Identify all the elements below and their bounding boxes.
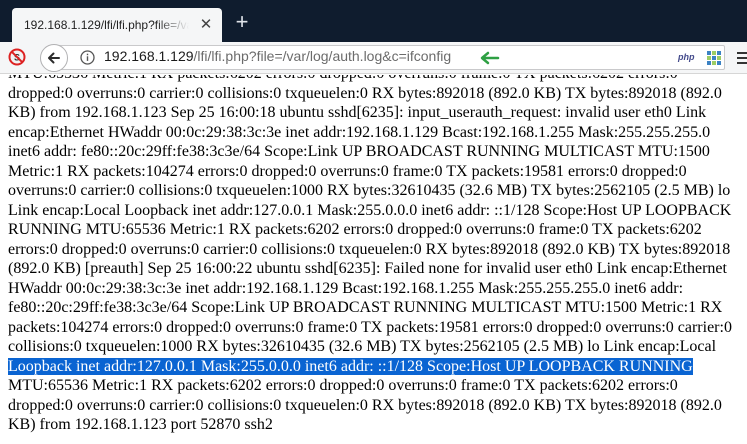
output-line: Metric:1 RX packets:104274 errors:0 drop… (8, 162, 687, 180)
page-content: MTU:65536 Metric:1 RX packets:6202 error… (8, 75, 743, 444)
url-path: /lfi/lfi.php?file=/var/log/auth.log&c=if… (193, 48, 452, 64)
selected-output-line: Loopback inet addr:127.0.0.1 Mask:255.0.… (8, 357, 743, 377)
site-info-icon[interactable] (80, 50, 95, 65)
new-tab-plus-icon[interactable]: + (232, 11, 252, 33)
output-line: overruns:0 carrier:0 collisions:0 txqueu… (8, 182, 731, 199)
output-line: encap:Ethernet HWaddr 00:0c:29:38:3c:3e … (8, 123, 711, 141)
close-icon[interactable]: ✕ (199, 17, 213, 32)
output-line: (892.0 KB) [preauth] Sep 25 16:00:22 ubu… (8, 260, 727, 277)
go-arrow-icon[interactable] (477, 50, 501, 66)
tab-title: 192.168.1.129/lfi/lfi.php?file=/var/l (24, 18, 189, 32)
output-line: KB) from 192.168.1.123 port 52870 ssh2 (8, 416, 273, 433)
navigation-toolbar: S 192.168.1.129/lfi/lfi.php?file=/var/lo… (0, 42, 747, 74)
back-button[interactable] (40, 44, 68, 72)
browser-tab[interactable]: 192.168.1.129/lfi/lfi.php?file=/var/l ✕ (12, 8, 222, 42)
output-line: dropped:0 overruns:0 carrier:0 collision… (8, 396, 722, 414)
output-line: RUNNING MTU:65536 Metric:1 RX packets:62… (8, 221, 702, 238)
php-extension-icon[interactable]: php (678, 52, 695, 62)
output-line: inet6 addr: fe80::20c:29ff:fe38:3c3e/64 … (8, 143, 710, 160)
output-line: fe80::20c:29ff:fe38:3c3e/64 Scope:Link U… (8, 299, 723, 316)
output-line: MTU:65536 Metric:1 RX packets:6202 error… (8, 377, 678, 394)
output-line: collisions:0 txqueuelen:1000 RX bytes:32… (8, 338, 717, 355)
output-line: Link encap:Local Loopback inet addr:127.… (8, 201, 732, 219)
output-line: HWaddr 00:0c:29:38:3c:3e inet addr:192.1… (8, 279, 684, 297)
url-host: 192.168.1.129 (104, 48, 194, 64)
text-selection: Loopback inet addr:127.0.0.1 Mask:255.0.… (8, 357, 693, 375)
back-arrow-icon (48, 52, 60, 64)
menu-icon[interactable] (734, 48, 747, 68)
tab-strip: 192.168.1.129/lfi/lfi.php?file=/var/l ✕ … (0, 0, 747, 42)
output-line: packets:104274 errors:0 dropped:0 overru… (8, 318, 732, 336)
pixel-extension-icon[interactable] (707, 51, 721, 65)
output-line: dropped:0 overruns:0 carrier:0 collision… (8, 84, 722, 102)
output-line: MTU:65536 Metric:1 RX packets:6202 error… (8, 75, 743, 84)
output-line: KB) from 192.168.1.123 Sep 25 16:00:18 u… (8, 104, 707, 121)
url-text[interactable]: 192.168.1.129/lfi/lfi.php?file=/var/log/… (104, 48, 451, 64)
noscript-blocked-icon[interactable]: S (8, 48, 26, 66)
output-line: errors:0 dropped:0 overruns:0 carrier:0 … (8, 240, 731, 258)
